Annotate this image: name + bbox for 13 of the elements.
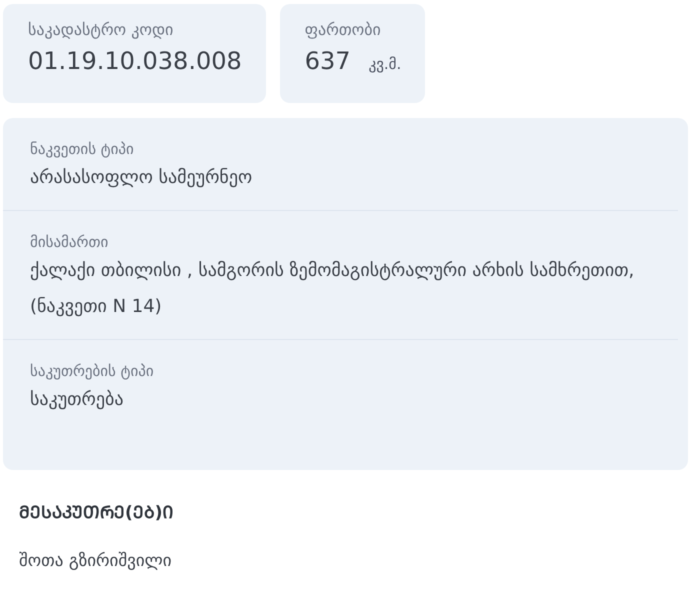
field-label: საკუთრების ტიპი — [30, 362, 155, 380]
field-label: მისამართი — [30, 233, 110, 251]
field-value: საკუთრება — [30, 388, 124, 412]
card-value: 637 — [304, 47, 351, 75]
unit-label: კვ.მ. — [368, 55, 402, 73]
card-label: ფართობი — [304, 20, 382, 39]
field-value: ქალაქი თბილისი , სამგორის ზემომაგისტრალური არხის სამხრეთით, (ნაკვეთი N 14) — [30, 259, 636, 319]
card-value: 01.19.10.038.008 — [28, 47, 242, 75]
field-label: ნაკვეთის ტიპი — [30, 140, 135, 158]
owner-name: შოთა გზირიშვილი — [19, 551, 173, 571]
field-value: არასასოფლო სამეურნეო — [30, 166, 254, 190]
owners-heading: ᲛᲔᲡᲐᲙᲣᲗᲠᲔ(ᲔᲑ)Ი — [19, 502, 175, 523]
card-label: საკადასტრო კოდი — [28, 20, 174, 39]
